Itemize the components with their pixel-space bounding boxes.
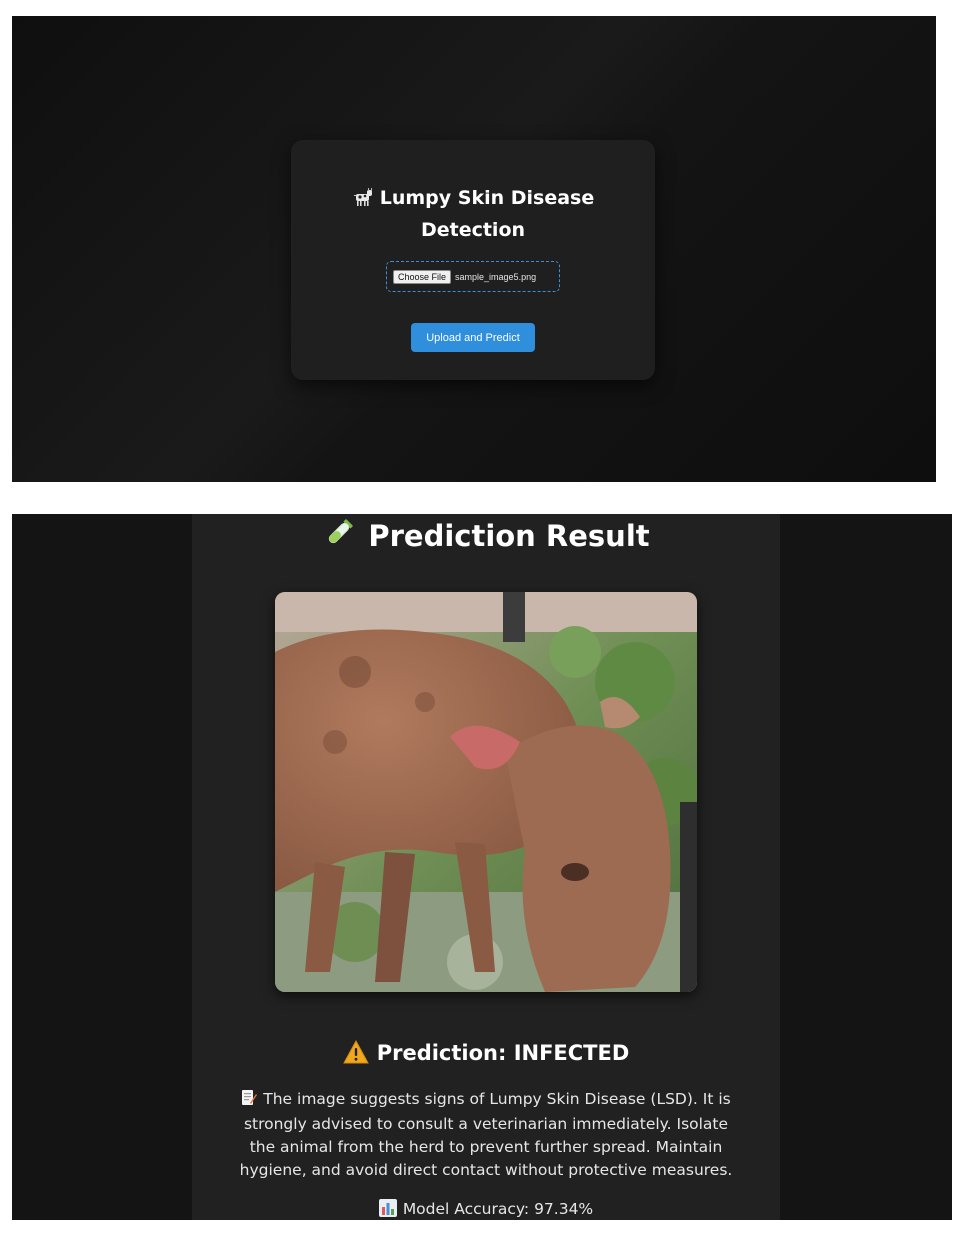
warning-icon: [342, 1039, 369, 1072]
upload-page: Lumpy Skin Disease Detection Choose File…: [12, 16, 936, 482]
selected-file-name: sample_image5.png: [455, 271, 537, 282]
choose-file-button[interactable]: Choose File: [393, 269, 452, 284]
app-title-text: Lumpy Skin Disease Detection: [379, 187, 595, 241]
result-card: Prediction Result Prediction: INFECTED T…: [192, 514, 780, 1220]
advice-body: The image suggests signs of Lumpy Skin D…: [239, 1090, 733, 1179]
uploaded-image: [275, 592, 697, 992]
result-page: Prediction Result Prediction: INFECTED T…: [12, 514, 952, 1220]
model-accuracy: Model Accuracy: 97.34%: [192, 1198, 780, 1220]
upload-and-predict-button[interactable]: Upload and Predict: [411, 323, 535, 352]
result-heading: Prediction Result: [192, 516, 780, 560]
result-heading-text: Prediction Result: [368, 519, 650, 553]
prediction-text: Prediction: INFECTED: [376, 1041, 630, 1065]
cow-icon: [352, 187, 374, 216]
bar-chart-icon: [378, 1199, 397, 1220]
advice-text: The image suggests signs of Lumpy Skin D…: [232, 1088, 740, 1182]
prediction-label: Prediction: INFECTED: [192, 1038, 780, 1072]
file-input[interactable]: Choose File sample_image5.png: [386, 261, 560, 292]
memo-icon: [241, 1089, 258, 1113]
test-tube-icon: [322, 516, 356, 560]
model-accuracy-text: Model Accuracy: 97.34%: [402, 1200, 594, 1218]
app-title: Lumpy Skin Disease Detection: [291, 184, 655, 245]
upload-card: Lumpy Skin Disease Detection Choose File…: [291, 140, 655, 380]
